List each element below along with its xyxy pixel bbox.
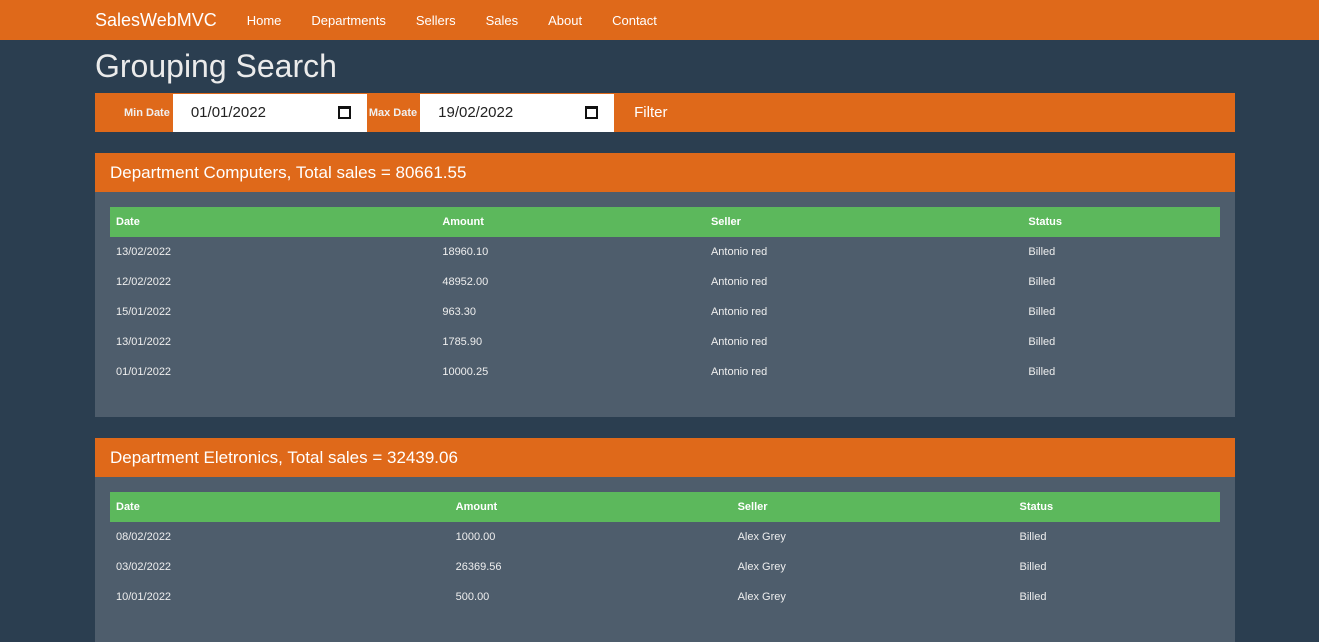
department-panel: Department Computers, Total sales = 8066…: [95, 153, 1235, 417]
column-header: Amount: [449, 492, 732, 522]
department-header: Department Computers, Total sales = 8066…: [95, 153, 1235, 192]
table-cell: Alex Grey: [737, 531, 786, 543]
table-cell: Alex Grey: [737, 591, 786, 603]
table-cell: 1785.90: [442, 336, 483, 348]
table-cell: Billed: [1028, 336, 1056, 348]
sales-table: Date Amount Seller Status 13/02/2022 18960.10…: [110, 207, 1220, 387]
table-cell: 26369.56: [455, 561, 502, 573]
table-cell: Billed: [1028, 276, 1056, 288]
table-row: 10/01/2022 500.00 Alex Grey Billed: [110, 582, 1220, 612]
table-cell: Antonio red: [710, 306, 768, 318]
nav-contact[interactable]: Contact: [612, 13, 657, 28]
max-date-label: Max Date: [368, 106, 418, 119]
table-cell: 963.30: [442, 306, 476, 318]
nav-home[interactable]: Home: [247, 13, 282, 28]
table-header-row: Date Amount Seller Status: [110, 492, 1220, 522]
max-date-input[interactable]: 19/02/2022: [420, 93, 615, 132]
table-cell: Antonio red: [710, 276, 768, 288]
nav-sales[interactable]: Sales: [486, 13, 519, 28]
min-date-value: 01/01/2022: [190, 104, 266, 121]
table-cell: 15/01/2022: [116, 306, 172, 318]
table-cell: 01/01/2022: [116, 366, 172, 378]
filter-bar: Min Date 01/01/2022 Max Date 19/02/2022 …: [95, 93, 1235, 132]
table-cell: 12/02/2022: [116, 276, 172, 288]
column-header: Seller: [704, 207, 1023, 237]
sales-table: Date Amount Seller Status 08/02/2022 1000.00 A…: [110, 492, 1220, 612]
min-date-label: Min Date: [124, 106, 170, 119]
table-row: 01/01/2022 10000.25 Antonio red Billed: [110, 357, 1220, 387]
column-header: Status: [1013, 492, 1220, 522]
table-cell: 10000.25: [442, 366, 489, 378]
table-header-row: Date Amount Seller Status: [110, 207, 1220, 237]
table-cell: Billed: [1019, 531, 1047, 543]
table-cell: Billed: [1019, 561, 1047, 573]
page-title: Grouping Search: [95, 48, 337, 84]
table-cell: 13/01/2022: [116, 336, 172, 348]
department-panel: Department Eletronics, Total sales = 324…: [95, 438, 1235, 642]
column-header: Seller: [731, 492, 1014, 522]
column-header: Date: [110, 492, 450, 522]
table-cell: 13/02/2022: [116, 246, 172, 258]
table-row: 15/01/2022 963.30 Antonio red Billed: [110, 297, 1220, 327]
nav-sellers[interactable]: Sellers: [416, 13, 456, 28]
table-cell: Billed: [1028, 246, 1056, 258]
brand-link[interactable]: SalesWebMVC: [95, 10, 217, 31]
table-cell: Billed: [1019, 591, 1047, 603]
table-cell: Alex Grey: [737, 561, 786, 573]
filter-button[interactable]: Filter: [634, 104, 667, 121]
table-cell: Antonio red: [710, 246, 768, 258]
column-header: Date: [110, 207, 437, 237]
table-cell: Billed: [1028, 306, 1056, 318]
table-cell: 500.00: [455, 591, 490, 603]
nav-about[interactable]: About: [548, 13, 582, 28]
table-cell: Billed: [1028, 366, 1056, 378]
table-row: 12/02/2022 48952.00 Antonio red Billed: [110, 267, 1220, 297]
calendar-icon[interactable]: [337, 106, 351, 119]
column-header: Status: [1022, 207, 1220, 237]
table-row: 13/02/2022 18960.10 Antonio red Billed: [110, 237, 1220, 267]
table-row: 03/02/2022 26369.56 Alex Grey Billed: [110, 552, 1220, 582]
table-cell: 08/02/2022: [116, 531, 172, 543]
table-cell: 48952.00: [442, 276, 489, 288]
department-header: Department Eletronics, Total sales = 324…: [95, 438, 1235, 477]
table-row: 08/02/2022 1000.00 Alex Grey Billed: [110, 522, 1220, 552]
table-row: 13/01/2022 1785.90 Antonio red Billed: [110, 327, 1220, 357]
min-date-input[interactable]: 01/01/2022: [172, 93, 367, 132]
table-cell: Antonio red: [710, 366, 768, 378]
table-cell: 18960.10: [442, 246, 489, 258]
table-cell: 1000.00: [455, 531, 496, 543]
nav-departments[interactable]: Departments: [311, 13, 385, 28]
table-cell: 10/01/2022: [116, 591, 172, 603]
table-cell: Antonio red: [710, 336, 768, 348]
table-cell: 03/02/2022: [116, 561, 172, 573]
navbar: SalesWebMVC Home Departments Sellers Sal…: [0, 0, 1319, 40]
calendar-icon[interactable]: [585, 106, 599, 119]
column-header: Amount: [436, 207, 705, 237]
max-date-value: 19/02/2022: [438, 104, 514, 121]
